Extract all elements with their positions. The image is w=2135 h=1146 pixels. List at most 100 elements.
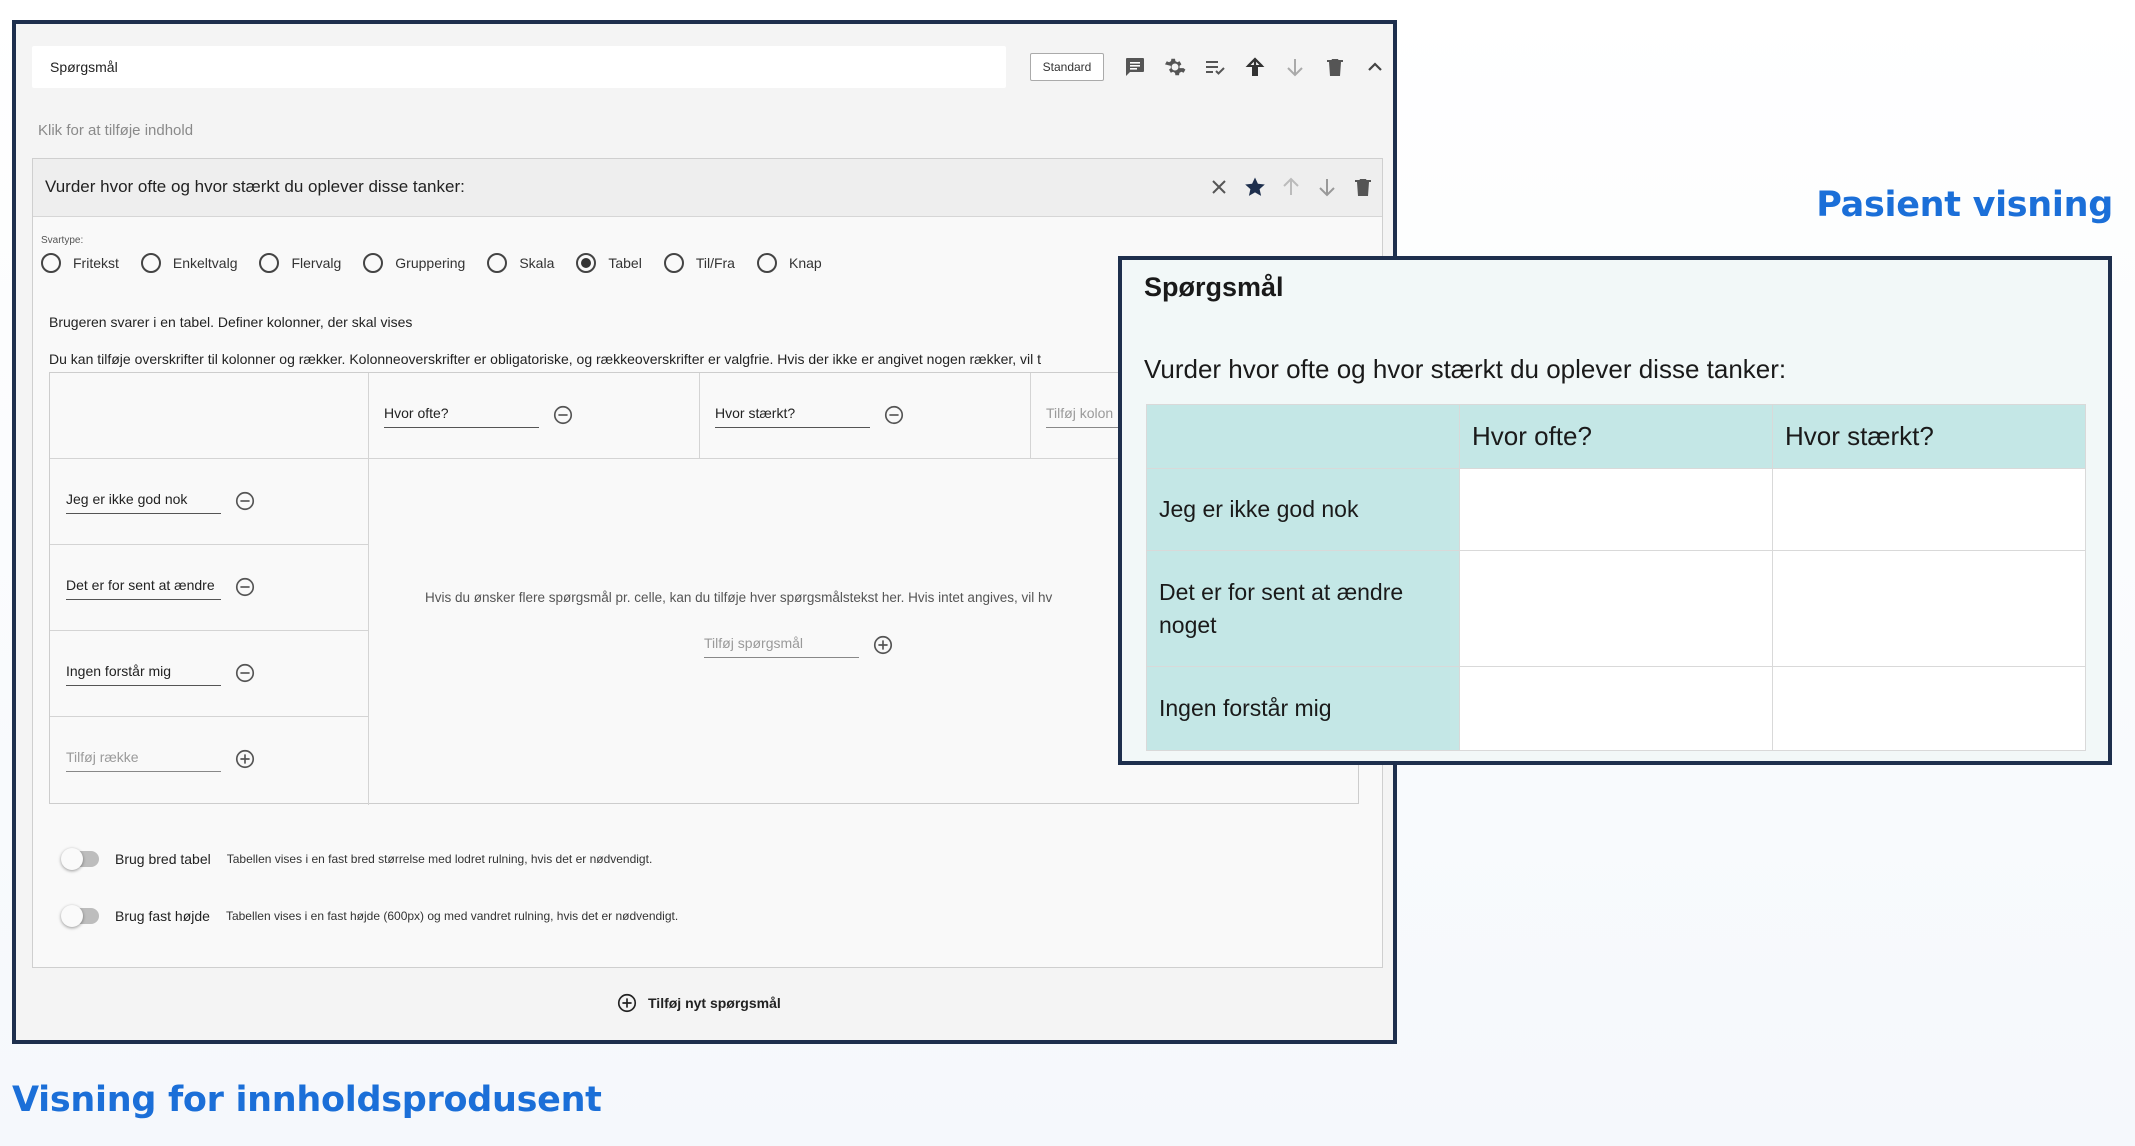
add-cell-question-input[interactable]: Tilføj spørgsmål (704, 635, 859, 658)
add-circle-icon (617, 993, 637, 1013)
divider (699, 373, 700, 458)
checklist-icon[interactable] (1202, 54, 1228, 80)
patient-preview-panel: Spørgsmål Vurder hvor ofte og hvor stærk… (1118, 256, 2112, 765)
table-header-row: Hvor ofte? Hvor stærkt? (1146, 404, 2086, 469)
delete-icon[interactable] (1322, 54, 1348, 80)
table-instructions: Du kan tilføje overskrifter til kolonner… (49, 351, 1042, 367)
radio-circle[interactable] (363, 253, 384, 273)
settings-icon[interactable] (1162, 54, 1188, 80)
remove-row-icon[interactable] (234, 576, 256, 598)
fixed-height-toggle-row: Brug fast højde Tabellen vises i en fast… (61, 905, 678, 927)
patient-block-title: Spørgsmål (1144, 272, 1284, 302)
wide-table-toggle-row: Brug bred tabel Tabellen vises i en fast… (61, 848, 653, 870)
remove-column-icon[interactable] (552, 404, 574, 426)
table-row-header: Ingen forstår mig (1146, 666, 1460, 751)
radio-label: Flervalg (291, 255, 342, 271)
radio-flervalg[interactable]: Flervalg (259, 253, 341, 273)
divider (50, 716, 368, 717)
column-header-input[interactable]: Hvor stærkt? (715, 405, 870, 428)
radio-enkeltvalg[interactable]: Enkeltvalg (140, 253, 238, 273)
answer-cell[interactable] (1772, 468, 2086, 551)
add-question-button[interactable]: Tilføj nyt spørgsmål (616, 992, 781, 1014)
divider (1030, 373, 1031, 458)
radio-circle[interactable] (140, 253, 161, 273)
toggle-label: Brug bred tabel (115, 851, 211, 867)
answer-cell[interactable] (1459, 666, 1773, 751)
radio-tabel[interactable]: Tabel (576, 253, 642, 273)
editor-view-caption: Visning for innholdsprodusent (12, 1080, 602, 1120)
patient-answer-table: Hvor ofte? Hvor stærkt? Jeg er ikke god … (1146, 404, 2086, 751)
arrow-down-icon[interactable] (1314, 174, 1340, 200)
add-row-input[interactable]: Tilføj række (66, 749, 221, 772)
remove-column-icon[interactable] (883, 404, 905, 426)
radio-label: Knap (788, 255, 822, 271)
close-icon[interactable] (1206, 174, 1232, 200)
patient-view-caption: Pasient visning (1816, 185, 2113, 225)
radio-circle[interactable] (663, 253, 684, 273)
radio-label: Skala (519, 255, 555, 271)
table-row-header: Det er for sent at ændre noget (1146, 550, 1460, 667)
radio-til-fra[interactable]: Til/Fra (663, 253, 735, 273)
radio-label: Gruppering (395, 255, 466, 271)
standard-button[interactable]: Standard (1030, 53, 1104, 81)
radio-label: Tabel (608, 255, 642, 271)
add-content-hint[interactable]: Klik for at tilføje indhold (38, 122, 193, 139)
table-row: Jeg er ikke god nok (1146, 468, 2086, 551)
question-header: Vurder hvor ofte og hvor stærkt du oplev… (33, 159, 1382, 217)
radio-circle[interactable] (259, 253, 280, 273)
answer-cell[interactable] (1459, 550, 1773, 667)
row-header-input[interactable]: Ingen forstår mig (66, 663, 221, 686)
star-icon[interactable] (1242, 174, 1268, 200)
table-description: Brugeren svarer i en tabel. Definer kolo… (49, 314, 413, 330)
comment-icon[interactable] (1122, 54, 1148, 80)
radio-label: Fritekst (73, 255, 119, 271)
arrow-down-icon[interactable] (1282, 54, 1308, 80)
radio-circle-selected[interactable] (576, 253, 597, 273)
divider (50, 630, 368, 631)
cell-question-hint: Hvis du ønsker flere spørgsmål pr. celle… (425, 590, 1053, 605)
divider (50, 544, 368, 545)
patient-question-text: Vurder hvor ofte og hvor stærkt du oplev… (1144, 354, 1787, 384)
table-row-header: Jeg er ikke god nok (1146, 468, 1460, 551)
add-question-label: Tilføj nyt spørgsmål (648, 995, 781, 1011)
answer-type-label: Svartype: (41, 235, 84, 246)
fixed-height-toggle[interactable] (61, 905, 99, 927)
table-row: Ingen forstår mig (1146, 666, 2086, 751)
table-column-header: Hvor stærkt? (1772, 404, 2086, 469)
toolbar-icons (1122, 54, 1388, 80)
delete-icon[interactable] (1350, 174, 1376, 200)
radio-circle[interactable] (41, 253, 61, 273)
answer-cell[interactable] (1459, 468, 1773, 551)
radio-knap[interactable]: Knap (756, 253, 822, 273)
wide-table-toggle[interactable] (61, 848, 99, 870)
radio-skala[interactable]: Skala (487, 253, 554, 273)
arrow-up-icon[interactable] (1278, 174, 1304, 200)
radio-label: Til/Fra (695, 255, 735, 271)
divider (368, 373, 369, 805)
radio-circle[interactable] (756, 253, 777, 273)
table-row: Det er for sent at ændre noget (1146, 550, 2086, 667)
radio-fritekst[interactable]: Fritekst (41, 253, 119, 273)
row-header-input[interactable]: Jeg er ikke god nok (66, 491, 221, 514)
editor-toolbar: Spørgsmål Standard (32, 46, 1382, 88)
row-header-input[interactable]: Det er for sent at ændre (66, 577, 221, 600)
toggle-description: Tabellen vises i en fast bred størrelse … (226, 852, 653, 866)
answer-cell[interactable] (1772, 666, 2086, 751)
radio-circle[interactable] (487, 253, 508, 273)
block-title-input[interactable]: Spørgsmål (32, 46, 1006, 88)
add-cell-question-icon[interactable] (872, 634, 894, 656)
remove-row-icon[interactable] (234, 662, 256, 684)
collapse-icon[interactable] (1362, 54, 1388, 80)
remove-row-icon[interactable] (234, 490, 256, 512)
question-icons (1206, 174, 1376, 200)
question-title[interactable]: Vurder hvor ofte og hvor stærkt du oplev… (45, 177, 465, 197)
answer-type-radio-group: Fritekst Enkeltvalg Flervalg Gruppering … (41, 253, 844, 273)
radio-gruppering[interactable]: Gruppering (363, 253, 465, 273)
radio-label: Enkeltvalg (172, 255, 238, 271)
add-row-icon[interactable] (234, 748, 256, 770)
toggle-label: Brug fast højde (115, 908, 210, 924)
arrow-up-icon[interactable] (1242, 54, 1268, 80)
column-header-input[interactable]: Hvor ofte? (384, 405, 539, 428)
table-column-header: Hvor ofte? (1459, 404, 1773, 469)
answer-cell[interactable] (1772, 550, 2086, 667)
